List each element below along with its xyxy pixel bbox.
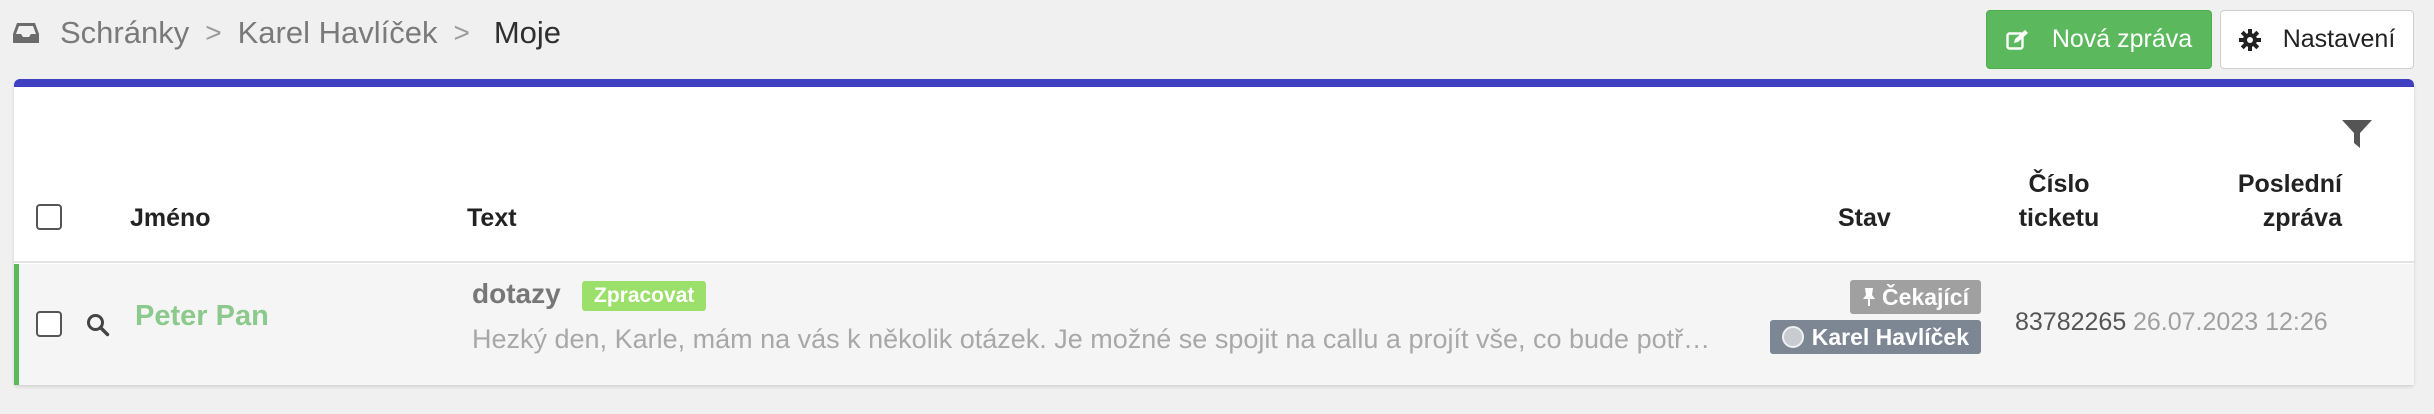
column-header-status[interactable]: Stav (1838, 201, 1891, 235)
column-header-text[interactable]: Text (467, 201, 517, 235)
status-badge: Čekající (1850, 280, 1981, 314)
column-header-last-line2: zpráva (2262, 204, 2342, 232)
column-header-last-message[interactable]: Poslední zpráva (2214, 167, 2342, 235)
status-label: Čekající (1882, 284, 1969, 310)
breadcrumb-separator: > (205, 17, 222, 48)
breadcrumb-item-user[interactable]: Karel Havlíček (238, 15, 438, 51)
breadcrumb-separator: > (453, 17, 470, 48)
new-message-label: Nová zpráva (2051, 25, 2193, 53)
assignee-badge: Karel Havlíček (1769, 320, 1981, 354)
search-icon[interactable] (86, 313, 110, 337)
select-all-checkbox[interactable] (36, 204, 62, 230)
column-header-ticket[interactable]: Číslo ticketu (2004, 167, 2114, 235)
breadcrumb: Schránky > Karel Havlíček > Moje (12, 10, 561, 56)
top-bar: Schránky > Karel Havlíček > Moje Nová zp… (0, 0, 2434, 80)
inbox-icon (13, 23, 39, 43)
settings-button[interactable]: Nastavení (2220, 10, 2414, 69)
breadcrumb-item-mailboxes[interactable]: Schránky (60, 15, 189, 51)
contact-name[interactable]: Peter Pan (135, 300, 269, 333)
gear-icon (2238, 28, 2261, 51)
column-header-name[interactable]: Jméno (130, 201, 211, 235)
column-header-last-line1: Poslední (2237, 170, 2342, 198)
ticket-number: 83782265 (2015, 308, 2127, 336)
column-header-ticket-line2: ticketu (2018, 204, 2100, 232)
tag-badge: Zpracovat (582, 281, 707, 311)
column-header-ticket-line1: Číslo (2028, 170, 2090, 198)
filter-icon[interactable] (2341, 119, 2373, 149)
avatar (1781, 326, 1804, 348)
last-message-date: 26.07.2023 12:26 (2133, 308, 2328, 336)
new-message-button[interactable]: Nová zpráva (1986, 10, 2212, 69)
pin-icon (1863, 288, 1876, 306)
assignee-name: Karel Havlíček (1811, 324, 1969, 350)
table-row[interactable]: Peter Pan dotazy Zpracovat Hezký den, Ka… (14, 264, 2414, 385)
table-header: Jméno Text Stav Číslo ticketu Poslední z… (14, 170, 2414, 263)
row-checkbox[interactable] (36, 311, 62, 337)
settings-label: Nastavení (2282, 25, 2396, 53)
breadcrumb-item-current: Moje (493, 15, 562, 50)
edit-icon (2006, 29, 2028, 50)
message-preview[interactable]: Hezký den, Karle, mám na vás k několik o… (472, 324, 1712, 355)
messages-panel: Jméno Text Stav Číslo ticketu Poslední z… (14, 79, 2414, 385)
message-subject[interactable]: dotazy (472, 278, 561, 310)
